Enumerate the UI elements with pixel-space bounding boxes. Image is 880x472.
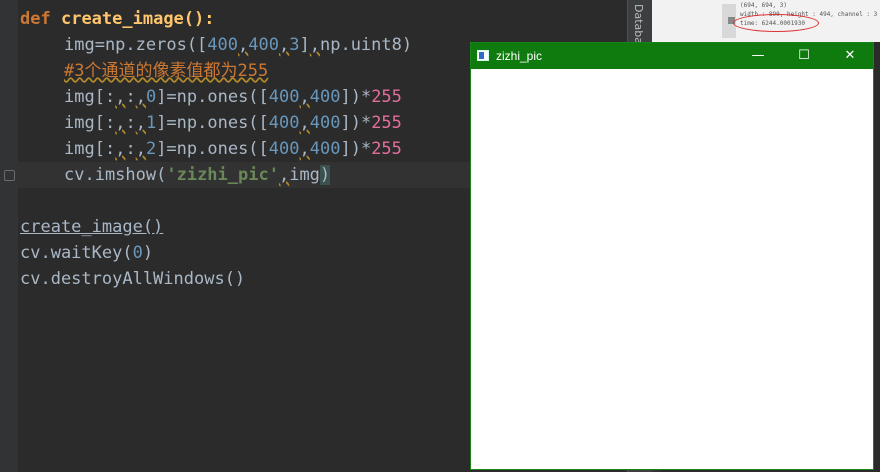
code-token: create_image() bbox=[20, 217, 164, 237]
code-token: , bbox=[309, 35, 320, 55]
number-token: 400 bbox=[207, 35, 239, 55]
function-name: create_image bbox=[60, 9, 184, 29]
number-token: 2 bbox=[145, 139, 157, 159]
window-titlebar[interactable]: zizhi_pic — ☐ ✕ bbox=[471, 43, 873, 69]
code-token: , bbox=[135, 87, 146, 107]
code-token: img[: bbox=[64, 139, 116, 159]
code-token: cv.imshow( bbox=[64, 165, 167, 185]
code-line-2[interactable]: img=np.zeros([400,400,3],np.uint8) bbox=[64, 32, 412, 58]
number-token: 400 bbox=[309, 87, 341, 107]
window-app-icon bbox=[477, 50, 489, 61]
code-token: : bbox=[125, 139, 136, 159]
fold-marker-icon[interactable] bbox=[4, 170, 15, 181]
close-button[interactable]: ✕ bbox=[827, 43, 873, 69]
number-token: 400 bbox=[268, 139, 300, 159]
number-token: 400 bbox=[309, 139, 341, 159]
code-line-5[interactable]: img[:,:,1]=np.ones([400,400])*255 bbox=[64, 110, 402, 136]
number-token: 0 bbox=[145, 87, 157, 107]
code-token: ) bbox=[142, 243, 154, 263]
code-line-9[interactable]: cv.waitKey(0) bbox=[20, 240, 153, 266]
code-token: , bbox=[135, 139, 146, 159]
number-token: 1 bbox=[145, 113, 157, 133]
number-token: 255 bbox=[371, 87, 402, 107]
code-token: , bbox=[299, 113, 310, 133]
code-token: , bbox=[278, 35, 290, 55]
code-token: cv.destroyAllWindows() bbox=[20, 269, 246, 289]
code-token: , bbox=[115, 113, 126, 133]
code-token: cv.waitKey( bbox=[20, 243, 133, 263]
image-canvas bbox=[471, 69, 873, 469]
number-token: 255 bbox=[371, 113, 402, 133]
code-token: , bbox=[115, 87, 126, 107]
maximize-button[interactable]: ☐ bbox=[781, 43, 827, 69]
number-token: 255 bbox=[371, 139, 402, 159]
code-token: ]=np.ones([ bbox=[156, 87, 269, 107]
opencv-window[interactable]: zizhi_pic — ☐ ✕ bbox=[470, 42, 874, 470]
code-line-10[interactable]: cv.destroyAllWindows() bbox=[20, 266, 245, 292]
minimize-button[interactable]: — bbox=[735, 43, 781, 69]
editor-gutter bbox=[0, 0, 18, 472]
code-token: img[: bbox=[64, 87, 116, 107]
string-token: 'zizhi_pic' bbox=[166, 165, 279, 185]
code-token: ]=np.ones([ bbox=[156, 113, 269, 133]
code-token: , bbox=[299, 139, 310, 159]
function-paren: (): bbox=[183, 9, 215, 29]
code-line-3[interactable]: #3个通道的像素值都为255 bbox=[64, 58, 268, 84]
code-line-6[interactable]: img[:,:,2]=np.ones([400,400])*255 bbox=[64, 136, 402, 162]
code-token: ]=np.ones([ bbox=[156, 139, 269, 159]
background-line: (694, 694, 3) bbox=[740, 2, 787, 9]
code-token: np.uint8) bbox=[319, 35, 413, 55]
number-token: 400 bbox=[309, 113, 341, 133]
number-token: 400 bbox=[268, 87, 300, 107]
code-token: ])* bbox=[340, 139, 372, 159]
code-token: , bbox=[135, 113, 146, 133]
code-token: , bbox=[278, 165, 290, 185]
keyword-def: def bbox=[20, 9, 51, 29]
red-ellipse-annotation bbox=[733, 14, 819, 32]
code-line-8[interactable]: create_image() bbox=[20, 214, 163, 240]
code-token: : bbox=[125, 87, 136, 107]
matched-paren: ) bbox=[319, 165, 331, 185]
number-token: 400 bbox=[248, 35, 279, 55]
comment-token: #3个通道的像素值都为255 bbox=[64, 61, 269, 81]
number-token: 0 bbox=[132, 243, 143, 263]
code-line-7[interactable]: cv.imshow('zizhi_pic',img) bbox=[64, 162, 331, 188]
code-token: img bbox=[289, 165, 320, 185]
number-token: 400 bbox=[268, 113, 300, 133]
code-token: ])* bbox=[340, 113, 372, 133]
number-token: 3 bbox=[289, 35, 300, 55]
window-title: zizhi_pic bbox=[496, 49, 543, 63]
code-token: img[: bbox=[64, 113, 116, 133]
code-line-4[interactable]: img[:,:,0]=np.ones([400,400])*255 bbox=[64, 84, 402, 110]
code-token: , bbox=[115, 139, 126, 159]
code-token: img=np.zeros([ bbox=[64, 35, 208, 55]
code-line-1[interactable]: def create_image(): bbox=[20, 6, 215, 32]
code-token: , bbox=[238, 35, 249, 55]
code-token: ] bbox=[299, 35, 310, 55]
code-token: , bbox=[299, 87, 310, 107]
code-token: : bbox=[125, 113, 136, 133]
code-token: ])* bbox=[340, 87, 372, 107]
